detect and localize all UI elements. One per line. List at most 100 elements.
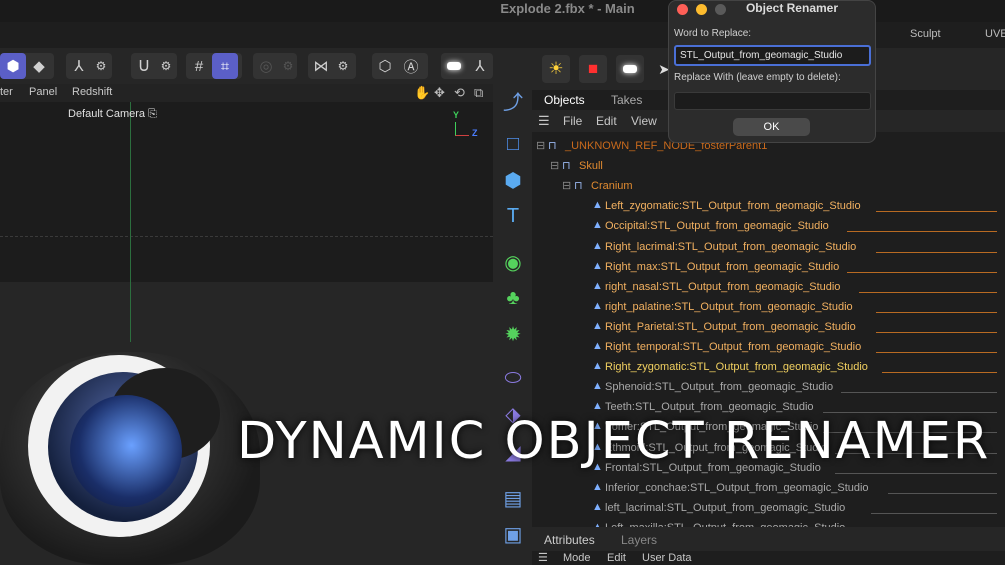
clapper-icon[interactable]: ▤	[499, 484, 527, 512]
gizmo-z-label: Z	[472, 128, 478, 138]
grid-snap-icon[interactable]: #	[186, 53, 212, 79]
spline-square-icon[interactable]: □	[499, 130, 527, 158]
tree-row-label: Right_zygomatic:STL_Output_from_geomagic…	[605, 361, 868, 374]
camera-label[interactable]: Default Camera ⎘	[68, 108, 157, 121]
layout-tab-uve[interactable]: UVE	[985, 28, 1005, 40]
object-mode-icon[interactable]: ⬢	[0, 53, 26, 79]
viewport-menu-filter[interactable]: ter	[0, 86, 13, 98]
mesh-object-icon: ▲	[592, 299, 603, 312]
cinema4d-logo-sphere	[70, 395, 182, 507]
tree-row[interactable]: ▲ right_nasal:STL_Output_from_geomagic_St…	[532, 277, 1005, 297]
soft-selection-icon[interactable]: ◎	[253, 53, 279, 79]
mesh-object-icon: ▲	[592, 380, 603, 393]
deformer-icon[interactable]: ⬭	[499, 364, 527, 392]
axis-settings-gear-icon[interactable]: ⚙	[92, 53, 110, 79]
collapse-toggle-icon[interactable]: ⊟	[550, 159, 559, 172]
viewport-y-axis	[130, 102, 131, 342]
tree-row-underline	[876, 211, 997, 213]
tab-layers[interactable]: Layers	[621, 533, 657, 547]
orbit-icon[interactable]: ⟲	[454, 85, 465, 101]
replace-with-input[interactable]	[674, 92, 871, 110]
vertical-toolbar: ⤴ □ ⬢ T ◉ ♣ ✹ ⬭ ⬗ ◢ ▤ ▣	[493, 84, 532, 565]
soft-selection-gear-icon[interactable]: ⚙	[279, 53, 297, 79]
tree-row-underline	[846, 271, 997, 273]
tree-row[interactable]: ▲ Inferior_conchae:STL_Output_from_geomag…	[532, 478, 1005, 498]
tree-row[interactable]: ▲ Right_lacrimal:STL_Output_from_geomagic…	[532, 237, 1005, 257]
figure-icon[interactable]: ⅄	[467, 53, 493, 79]
tab-objects[interactable]: Objects	[544, 93, 585, 107]
ok-button[interactable]: OK	[733, 118, 810, 136]
move-arrows-icon[interactable]: ✥	[434, 85, 445, 101]
tree-row-label: Skull	[579, 160, 603, 173]
tree-row[interactable]: ▲ Right_zygomatic:STL_Output_from_geomagi…	[532, 357, 1005, 377]
word-to-replace-input[interactable]: STL_Output_from_geomagic_Studio	[674, 45, 871, 66]
tree-row-label: right_palatine:STL_Output_from_geomagic_…	[605, 300, 853, 313]
replace-label: Replace With (leave empty to delete):	[674, 72, 841, 83]
tree-row[interactable]: ▲ Left_zygomatic:STL_Output_from_geomagic…	[532, 196, 1005, 216]
magnet-settings-gear-icon[interactable]: ⚙	[157, 53, 175, 79]
axis-group: ⅄ ⚙	[66, 53, 112, 79]
symmetry-gear-icon[interactable]: ⚙	[334, 53, 352, 79]
camera-icon: ⎘	[148, 108, 157, 120]
tree-row-underline	[858, 291, 997, 293]
attributes-menu: ☰ Mode Edit User Data	[532, 551, 1005, 565]
workplane-icon[interactable]: ⬡	[372, 53, 398, 79]
render-group: ⅄	[441, 53, 493, 79]
maximize-view-icon[interactable]: ⧉	[474, 85, 483, 101]
viewport-menu-panel[interactable]: Panel	[29, 86, 57, 98]
effector-gear-icon[interactable]: ✹	[499, 320, 527, 348]
camera-scene-icon[interactable]: ▣	[499, 520, 527, 548]
lock-axis-icon[interactable]: Ⓐ	[398, 53, 424, 79]
menu-edit[interactable]: Edit	[596, 114, 617, 128]
generator-icon[interactable]: ◉	[499, 248, 527, 276]
render-camera-icon[interactable]: ■	[579, 55, 607, 83]
tree-row[interactable]: ▲ right_palatine:STL_Output_from_geomagic…	[532, 297, 1005, 317]
tab-takes[interactable]: Takes	[611, 93, 642, 107]
axis-icon[interactable]: ⅄	[66, 53, 92, 79]
attributes-hamburger-icon[interactable]: ☰	[538, 551, 548, 564]
tree-row[interactable]: ▲ Right_max:STL_Output_from_geomagic_Stud…	[532, 257, 1005, 277]
attr-menu-edit[interactable]: Edit	[607, 552, 626, 564]
gizmo-axes-icon	[455, 122, 469, 136]
hamburger-menu-icon[interactable]: ☰	[538, 113, 550, 129]
collapse-toggle-icon[interactable]: ⊟	[536, 139, 545, 152]
tree-row-underline	[888, 492, 997, 494]
collapse-toggle-icon[interactable]: ⊟	[562, 179, 571, 192]
cloner-icon[interactable]: ♣	[499, 284, 527, 312]
text-icon[interactable]: T	[499, 202, 527, 230]
menu-view[interactable]: View	[631, 114, 657, 128]
null-object-icon: ⊓	[562, 160, 571, 173]
render-view-icon[interactable]	[616, 55, 644, 83]
tree-row[interactable]: ▲ Right_temporal:STL_Output_from_geomagic…	[532, 337, 1005, 357]
light-bar-icon[interactable]	[441, 53, 467, 79]
tab-attributes[interactable]: Attributes	[544, 533, 595, 547]
model-mode-icon[interactable]: ◆	[26, 53, 52, 79]
move-camera-icon[interactable]: ⤴	[499, 86, 527, 114]
grid-snap-active-icon[interactable]: ⌗	[212, 53, 238, 79]
attr-menu-mode[interactable]: Mode	[563, 552, 591, 564]
tree-row-underline	[876, 352, 997, 353]
tree-row[interactable]: ▲ Right_Parietal:STL_Output_from_geomagic…	[532, 317, 1005, 337]
menu-file[interactable]: File	[563, 114, 582, 128]
pan-hand-icon[interactable]: ✋	[414, 85, 430, 101]
viewport-horizon	[0, 236, 493, 237]
symmetry-icon[interactable]: ⋈	[308, 53, 334, 79]
tree-row[interactable]: ▲Left_maxilla:STL_Output_from_geomagic_S…	[532, 518, 1005, 527]
tree-row-label: right_nasal:STL_Output_from_geomagic_Stu…	[605, 280, 841, 293]
mesh-object-icon: ▲	[592, 360, 603, 373]
tree-row[interactable]: ▲ left_lacrimal:STL_Output_from_geomagic_…	[532, 498, 1005, 518]
magnet-icon[interactable]: Ս	[131, 53, 157, 79]
tree-row[interactable]: ⊟ ⊓ Skull	[532, 156, 1005, 176]
layout-tab-sculpt[interactable]: Sculpt	[910, 28, 941, 40]
mesh-object-icon: ▲	[592, 500, 603, 513]
attr-menu-user-data[interactable]: User Data	[642, 552, 692, 564]
viewport-menu-redshift[interactable]: Redshift	[72, 86, 112, 98]
tree-row-underline	[846, 231, 997, 233]
tree-row[interactable]: ▲ Occipital:STL_Output_from_geomagic_Stud…	[532, 216, 1005, 236]
dialog-title: Object Renamer	[745, 1, 839, 15]
mesh-object-icon: ▲	[592, 319, 603, 332]
light-sun-icon[interactable]: ☀	[542, 55, 570, 83]
cube-icon[interactable]: ⬢	[499, 166, 527, 194]
tree-row[interactable]: ▲ Sphenoid:STL_Output_from_geomagic_Studi…	[532, 377, 1005, 397]
tree-row[interactable]: ⊟ ⊓ Cranium	[532, 176, 1005, 196]
